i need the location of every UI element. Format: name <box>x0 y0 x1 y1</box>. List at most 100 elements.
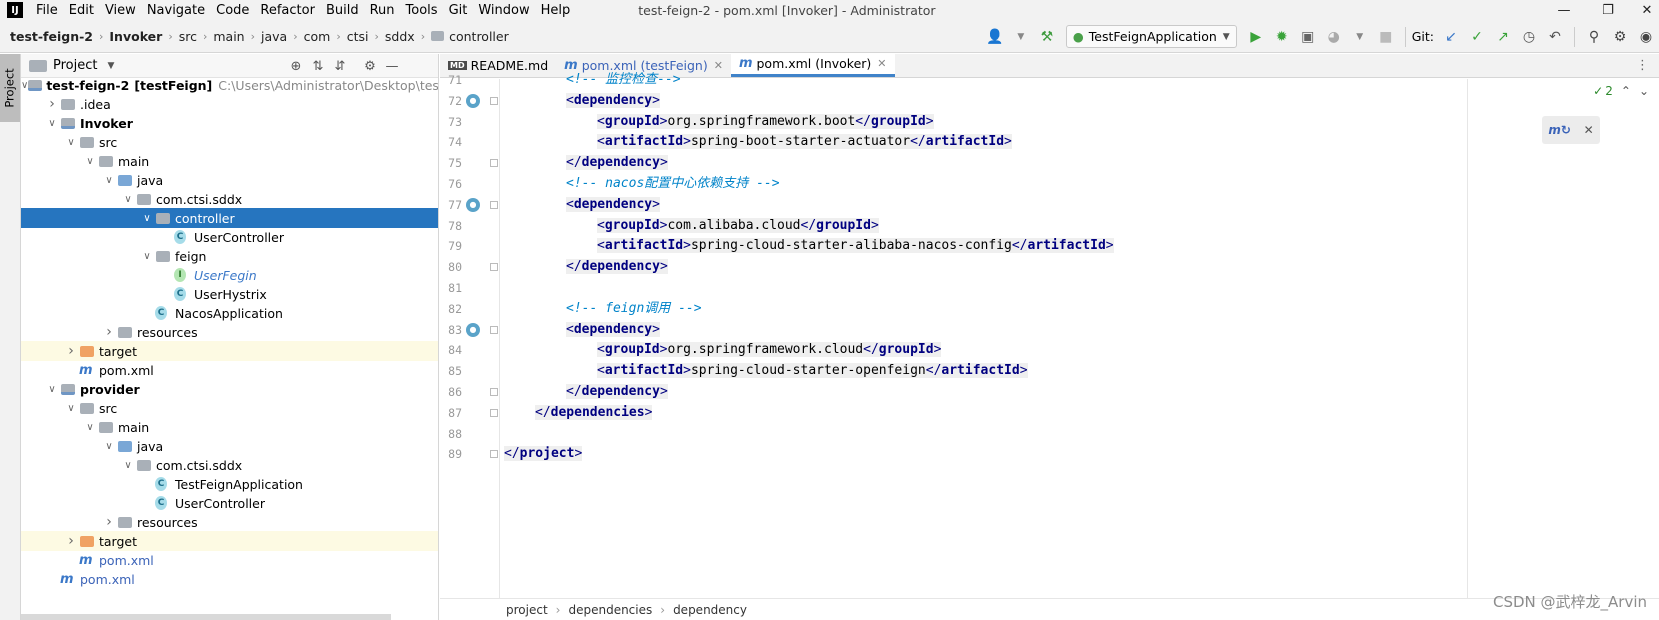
fold-marker-icon[interactable] <box>490 263 498 272</box>
tree-node[interactable]: ∨ provider <box>21 379 438 399</box>
fold-marker-icon[interactable] <box>490 388 498 396</box>
tree-node[interactable]: › target <box>21 531 438 551</box>
tree-node[interactable]: C UserHystrix <box>21 284 438 304</box>
fold-marker-icon[interactable] <box>490 450 498 459</box>
chevron-right-icon[interactable]: › <box>63 533 79 549</box>
close-window-icon[interactable]: ✕ <box>1632 0 1659 20</box>
tree-node[interactable]: ∨ src <box>21 398 438 418</box>
chevron-right-icon[interactable]: › <box>63 343 79 359</box>
editor-breadcrumb-item[interactable]: project <box>506 603 548 617</box>
tree-node[interactable]: › resources <box>21 322 438 342</box>
chevron-down-icon[interactable]: ∨ <box>101 441 117 452</box>
tree-node[interactable]: ∨ feign <box>21 246 438 266</box>
chevron-down-icon[interactable]: ▼ <box>1348 25 1372 49</box>
git-commit-icon[interactable]: ✓ <box>1465 25 1489 49</box>
build-hammer-icon[interactable]: ⚒ <box>1035 25 1059 49</box>
profile-icon[interactable]: ◕ <box>1322 25 1346 49</box>
user-icon[interactable]: 👤 <box>983 25 1007 49</box>
chevron-right-icon[interactable]: › <box>101 324 117 340</box>
locate-target-icon[interactable]: ⊕ <box>285 59 307 74</box>
fold-marker-icon[interactable] <box>490 96 498 105</box>
history-icon[interactable]: ◷ <box>1517 25 1541 49</box>
breadcrumb-item[interactable]: src <box>179 29 197 44</box>
tree-node[interactable]: ∨ main <box>21 151 438 171</box>
chevron-down-icon[interactable]: ∨ <box>63 403 79 414</box>
menu-window[interactable]: Window <box>473 3 535 18</box>
tree-node[interactable]: › resources <box>21 512 438 532</box>
git-update-icon[interactable]: ↙ <box>1439 25 1463 49</box>
breadcrumb-item[interactable]: controller <box>431 29 509 44</box>
tree-node[interactable]: ∨ test-feign-2 [testFeign] C:\Users\Adminis… <box>21 75 438 95</box>
close-icon[interactable]: ✕ <box>1584 123 1594 137</box>
tree-node[interactable]: C TestFeignApplication <box>21 474 438 494</box>
menu-view[interactable]: View <box>100 3 142 18</box>
tree-node[interactable]: ∨ java <box>21 436 438 456</box>
breadcrumb-item[interactable]: Invoker <box>109 29 162 44</box>
gear-icon[interactable]: ⚙ <box>1608 25 1632 49</box>
horizontal-scrollbar[interactable] <box>21 614 391 620</box>
stop-icon[interactable]: ■ <box>1374 25 1398 49</box>
search-icon[interactable]: ⚲ <box>1582 25 1606 49</box>
chevron-down-icon[interactable]: ∨ <box>82 422 98 433</box>
tree-node[interactable]: ∨ controller <box>21 208 438 228</box>
collapse-all-icon[interactable]: ⇵ <box>329 59 351 74</box>
chevron-down-icon[interactable]: ∨ <box>82 156 98 167</box>
fold-marker-icon[interactable] <box>490 325 498 334</box>
tree-node[interactable]: C NacosApplication <box>21 303 438 323</box>
run-icon[interactable]: ▶ <box>1244 25 1268 49</box>
breadcrumb-item[interactable]: test-feign-2 <box>10 29 93 44</box>
dependency-gutter-icon[interactable]: ● <box>466 93 480 108</box>
breadcrumb-item[interactable]: ctsi <box>347 29 369 44</box>
chevron-down-icon[interactable]: ⌄ <box>1639 84 1649 98</box>
chevron-right-icon[interactable]: › <box>101 514 117 530</box>
chevron-right-icon[interactable]: › <box>44 96 60 112</box>
breadcrumb-item[interactable]: java <box>261 29 287 44</box>
fold-marker-icon[interactable] <box>490 159 498 168</box>
ide-update-icon[interactable]: ◉ <box>1634 25 1658 49</box>
project-panel-title[interactable]: Project <box>53 58 97 73</box>
tree-node[interactable]: › target <box>21 341 438 361</box>
gear-icon[interactable]: ⚙ <box>359 59 381 74</box>
tree-node[interactable]: ∨ Invoker <box>21 113 438 133</box>
tree-node[interactable]: I UserFegin <box>21 265 438 285</box>
chevron-down-icon[interactable]: ∨ <box>44 118 60 129</box>
chevron-down-icon[interactable]: ▼ <box>1009 25 1033 49</box>
menu-refactor[interactable]: Refactor <box>255 3 321 18</box>
chevron-down-icon[interactable]: ∨ <box>120 194 136 205</box>
inspection-widget[interactable]: ✓ 2 ⌃ ⌄ <box>1593 84 1649 98</box>
git-push-icon[interactable]: ↗ <box>1491 25 1515 49</box>
menu-file[interactable]: File <box>31 3 64 18</box>
tree-node[interactable]: ∨ main <box>21 417 438 437</box>
chevron-down-icon[interactable]: ∨ <box>44 384 60 395</box>
menu-navigate[interactable]: Navigate <box>142 3 211 18</box>
dependency-gutter-icon[interactable]: ● <box>466 322 480 337</box>
chevron-down-icon[interactable]: ∨ <box>21 80 28 91</box>
menu-tools[interactable]: Tools <box>401 3 444 18</box>
tree-node[interactable]: ∨ java <box>21 170 438 190</box>
menu-build[interactable]: Build <box>321 3 365 18</box>
minimize-icon[interactable]: — <box>1549 0 1579 20</box>
chevron-down-icon[interactable]: ∨ <box>101 175 117 186</box>
menu-git[interactable]: Git <box>444 3 474 18</box>
tree-node[interactable]: C UserController <box>21 227 438 247</box>
fold-marker-icon[interactable] <box>490 200 498 209</box>
rollback-icon[interactable]: ↶ <box>1543 25 1567 49</box>
hide-panel-icon[interactable]: — <box>381 59 403 74</box>
breadcrumb-item[interactable]: main <box>213 29 244 44</box>
coverage-icon[interactable]: ▣ <box>1296 25 1320 49</box>
menu-code[interactable]: Code <box>211 3 255 18</box>
chevron-down-icon[interactable]: ▼ <box>107 61 114 71</box>
tree-node[interactable]: m pom.xml <box>21 550 438 570</box>
tree-node[interactable]: C UserController <box>21 493 438 513</box>
chevron-down-icon[interactable]: ∨ <box>120 460 136 471</box>
tree-node[interactable]: m pom.xml <box>21 360 438 380</box>
tree-node[interactable]: ∨ com.ctsi.sddx <box>21 189 438 209</box>
tree-node[interactable]: ∨ com.ctsi.sddx <box>21 455 438 475</box>
tree-node[interactable]: › .idea <box>21 94 438 114</box>
chevron-down-icon[interactable]: ∨ <box>63 137 79 148</box>
menu-edit[interactable]: Edit <box>64 3 100 18</box>
tree-node[interactable]: m pom.xml <box>21 569 438 589</box>
editor-breadcrumb-item[interactable]: dependencies <box>568 603 652 617</box>
breadcrumb-item[interactable]: com <box>304 29 331 44</box>
run-configuration-select[interactable]: ● TestFeignApplication ▼ <box>1065 25 1237 48</box>
